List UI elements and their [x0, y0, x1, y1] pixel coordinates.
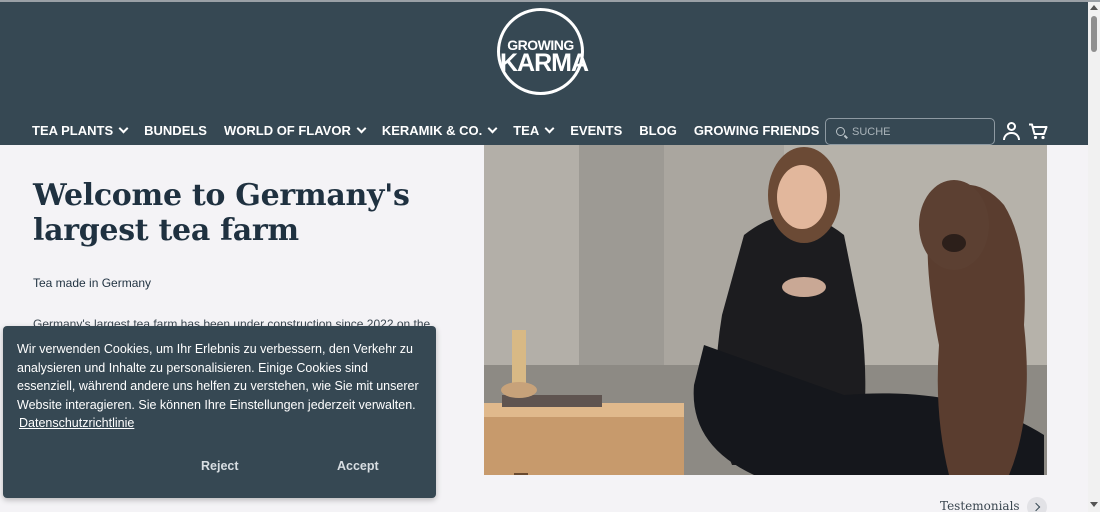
search-icon — [836, 127, 845, 136]
nav-item-label: TEA PLANTS — [32, 122, 114, 138]
privacy-policy-link[interactable]: Datenschutzrichtlinie — [19, 416, 134, 430]
scroll-thumb[interactable] — [1091, 16, 1097, 52]
nav-item-growing-friends[interactable]: GROWING FRIENDS — [694, 123, 820, 138]
cookie-text: Wir verwenden Cookies, um Ihr Erlebnis z… — [17, 342, 419, 412]
vertical-scrollbar[interactable] — [1088, 2, 1100, 512]
hero-subtitle: Tea made in Germany — [33, 276, 152, 290]
search-input[interactable] — [852, 125, 982, 138]
account-icon[interactable] — [1003, 122, 1020, 140]
testimonials-link[interactable]: Testemonials — [940, 499, 1020, 512]
chevron-down-icon — [356, 123, 367, 133]
hero-title: Welcome to Germany's largest tea farm — [33, 178, 410, 248]
accept-button[interactable]: Accept — [337, 459, 379, 473]
nav-item-label: TEA — [513, 122, 540, 138]
site-header: GROWING KARMA TEA PLANTS BUNDELS WORLD OF … — [0, 2, 1088, 145]
reject-button[interactable]: Reject — [201, 459, 239, 473]
chevron-down-icon — [487, 123, 498, 133]
nav-item-label: GROWING FRIENDS — [693, 122, 820, 138]
nav-item-label: BUNDELS — [144, 122, 207, 138]
nav-item-bundels[interactable]: BUNDELS — [144, 123, 207, 138]
nav-item-label: EVENTS — [570, 122, 623, 138]
nav-item-events[interactable]: EVENTS — [570, 123, 622, 138]
cart-icon[interactable] — [1028, 123, 1048, 140]
cookie-banner: Wir verwenden Cookies, um Ihr Erlebnis z… — [3, 326, 436, 498]
logo-line-2: KARMA — [500, 49, 589, 77]
scroll-up-arrow-icon[interactable] — [1090, 5, 1098, 10]
hero-photo — [484, 145, 1047, 475]
nav-item-label: WORLD OF FLAVOR — [223, 122, 351, 138]
nav-item-keramik-co[interactable]: KERAMIK & CO. — [381, 122, 498, 138]
nav-item-tea[interactable]: TEA — [513, 122, 555, 138]
chevron-right-icon[interactable] — [1027, 497, 1047, 512]
chevron-down-icon — [118, 123, 129, 133]
scroll-down-arrow-icon[interactable] — [1090, 502, 1098, 507]
search-box[interactable] — [825, 118, 995, 145]
nav-item-label: KERAMIK & CO. — [381, 122, 483, 138]
brand-logo[interactable]: GROWING KARMA — [497, 8, 589, 95]
nav-item-world-of-flavor[interactable]: WORLD OF FLAVOR — [223, 122, 367, 138]
chevron-down-icon — [544, 123, 555, 133]
nav-item-label: BLOG — [639, 122, 677, 138]
main-nav: TEA PLANTS BUNDELS WORLD OF FLAVOR KERAMIK … — [32, 120, 836, 140]
nav-item-tea-plants[interactable]: TEA PLANTS — [32, 122, 129, 138]
nav-item-blog[interactable]: BLOG — [639, 123, 677, 138]
